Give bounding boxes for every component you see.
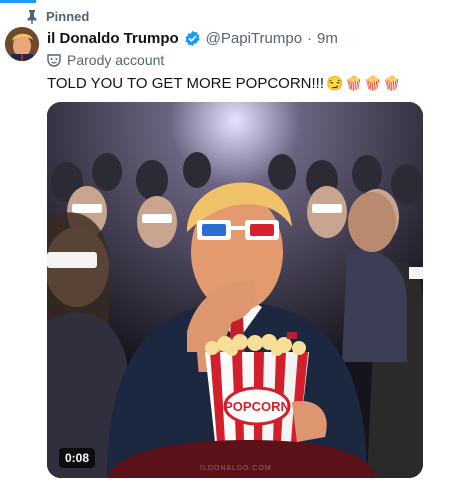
tweet-text-body: TOLD YOU TO GET MORE POPCORN!!! xyxy=(47,75,325,92)
tweet-text: TOLD YOU TO GET MORE POPCORN!!! 😏 🍿 🍿 🍿 xyxy=(47,75,400,92)
popcorn-emoji: 🍿 xyxy=(383,75,401,91)
display-name[interactable]: il Donaldo Trumpo xyxy=(47,30,179,47)
smirk-emoji: 😏 xyxy=(326,75,344,91)
top-accent-bar xyxy=(0,0,36,3)
pinned-label: Pinned xyxy=(46,9,90,24)
user-handle[interactable]: @PapiTrumpo xyxy=(206,30,302,47)
tweet-header: il Donaldo Trumpo @PapiTrumpo · 9m xyxy=(47,30,338,47)
video-media[interactable]: POPCORN xyxy=(47,102,423,478)
parody-label-row: Parody account xyxy=(47,52,164,68)
parody-label: Parody account xyxy=(67,52,165,68)
popcorn-emoji: 🍿 xyxy=(364,75,382,91)
verified-badge-icon[interactable] xyxy=(184,30,201,47)
parody-mask-icon xyxy=(47,53,61,67)
video-watermark: ILDONALDO.COM xyxy=(200,465,272,472)
popcorn-bucket-label: POPCORN xyxy=(224,399,290,414)
pin-icon xyxy=(26,9,38,24)
timestamp[interactable]: 9m xyxy=(317,30,338,47)
avatar[interactable] xyxy=(5,27,39,61)
pinned-indicator: Pinned xyxy=(26,9,89,24)
popcorn-emoji: 🍿 xyxy=(345,75,363,91)
separator-dot: · xyxy=(307,30,313,47)
video-duration-badge: 0:08 xyxy=(59,448,96,468)
